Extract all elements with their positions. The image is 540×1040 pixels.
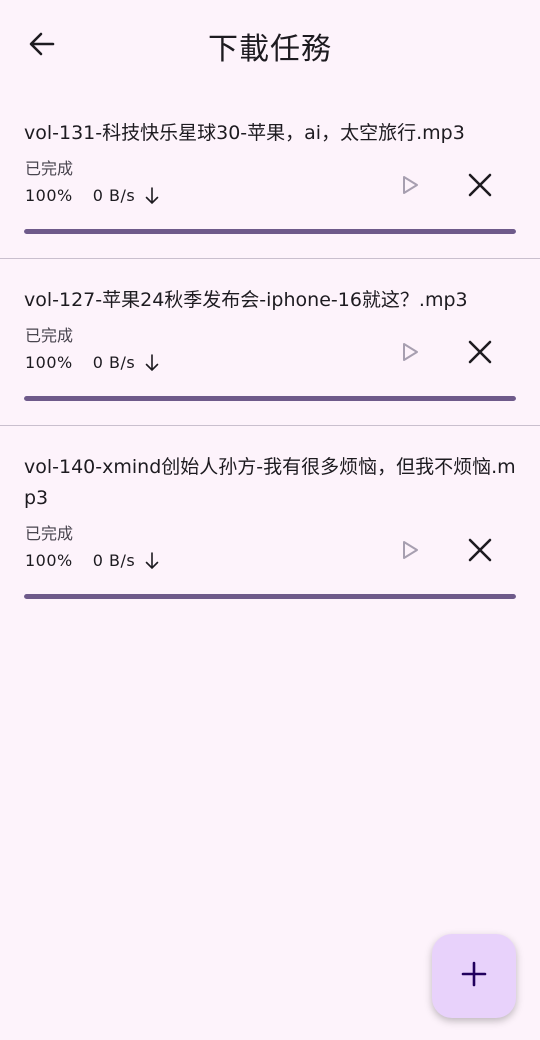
delete-task-button[interactable] — [458, 165, 502, 209]
task-progress-info: 100% 0 B/s — [25, 186, 159, 205]
progress-bar — [24, 396, 516, 401]
task-item: vol-140-xmind创始人孙方-我有很多烦恼，但我不烦恼.mp3 已完成 … — [0, 426, 540, 599]
task-file-name: vol-127-苹果24秋季发布会-iphone-16就这？.mp3 — [24, 289, 468, 311]
close-icon — [468, 173, 492, 201]
task-file-name: vol-131-科技快乐星球30-苹果，ai，太空旅行.mp3 — [24, 122, 465, 144]
page-title: 下載任務 — [208, 32, 332, 67]
task-progress-percent: 100% — [25, 186, 73, 205]
task-progress-info: 100% 0 B/s — [25, 353, 159, 372]
task-progress-percent: 100% — [25, 551, 73, 570]
task-progress-percent: 100% — [25, 353, 73, 372]
arrow-down-icon — [145, 551, 159, 570]
close-icon — [468, 340, 492, 368]
progress-bar-fill — [24, 396, 516, 401]
delete-task-button[interactable] — [458, 332, 502, 376]
add-icon — [461, 961, 487, 991]
task-status: 已完成 — [25, 524, 74, 543]
task-item: vol-127-苹果24秋季发布会-iphone-16就这？.mp3 已完成 1… — [0, 259, 540, 426]
task-speed: 0 B/s — [92, 186, 136, 205]
arrow-down-icon — [145, 353, 159, 372]
task-status: 已完成 — [25, 159, 74, 178]
play-button[interactable] — [388, 165, 432, 209]
play-button[interactable] — [388, 332, 432, 376]
play-button[interactable] — [388, 530, 432, 574]
play-icon — [399, 539, 421, 565]
task-progress-info: 100% 0 B/s — [25, 551, 159, 570]
progress-bar-fill — [24, 594, 516, 599]
task-item: vol-131-科技快乐星球30-苹果，ai，太空旅行.mp3 已完成 100%… — [0, 92, 540, 259]
arrow-down-icon — [145, 186, 159, 205]
play-icon — [399, 341, 421, 367]
task-file-name: vol-140-xmind创始人孙方-我有很多烦恼，但我不烦恼.mp3 — [24, 456, 516, 509]
task-speed: 0 B/s — [92, 551, 136, 570]
task-list: vol-131-科技快乐星球30-苹果，ai，太空旅行.mp3 已完成 100%… — [0, 92, 540, 623]
task-speed: 0 B/s — [92, 353, 136, 372]
close-icon — [468, 538, 492, 566]
progress-bar — [24, 229, 516, 234]
app-bar: 下載任務 — [0, 0, 540, 92]
progress-bar — [24, 594, 516, 599]
delete-task-button[interactable] — [458, 530, 502, 574]
task-status: 已完成 — [25, 326, 74, 345]
add-task-button[interactable] — [432, 934, 516, 1018]
play-icon — [399, 174, 421, 200]
progress-bar-fill — [24, 229, 516, 234]
